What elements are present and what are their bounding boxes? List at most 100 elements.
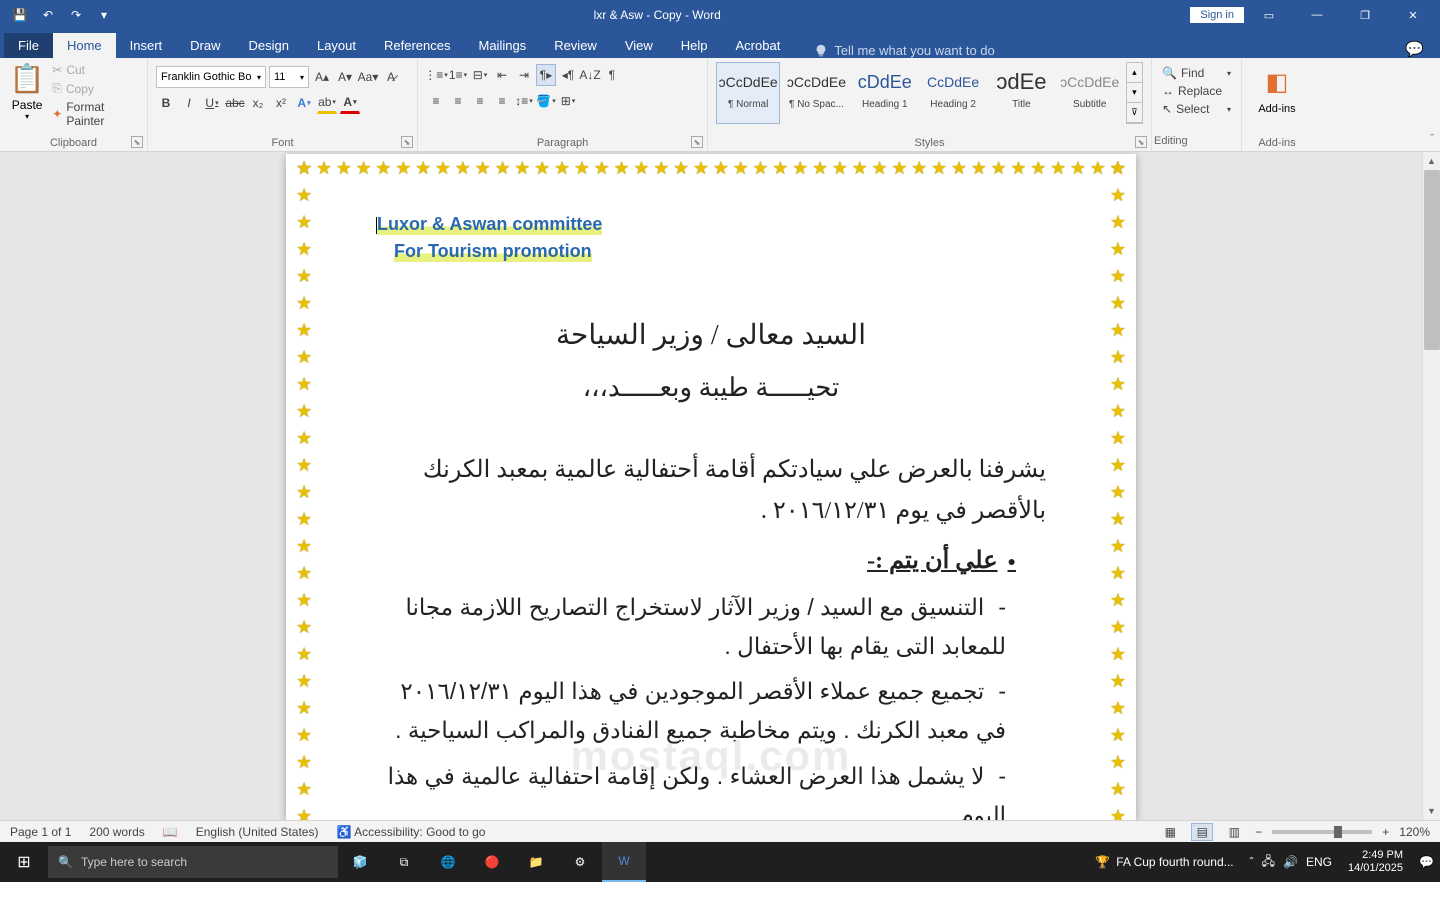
- ltr-direction-button[interactable]: ¶▸: [536, 64, 556, 86]
- tab-layout[interactable]: Layout: [303, 33, 370, 58]
- explorer-icon[interactable]: 📁: [514, 842, 558, 882]
- decrease-indent-button[interactable]: ⇤: [492, 64, 512, 86]
- shading-button[interactable]: 🪣: [536, 90, 556, 112]
- tab-design[interactable]: Design: [235, 33, 303, 58]
- tab-insert[interactable]: Insert: [116, 33, 177, 58]
- qat-more-icon[interactable]: ▾: [92, 8, 116, 22]
- accessibility-status[interactable]: ♿ Accessibility: Good to go: [336, 825, 485, 839]
- tab-review[interactable]: Review: [540, 33, 611, 58]
- show-paragraph-button[interactable]: ¶: [602, 64, 622, 86]
- scroll-thumb[interactable]: [1424, 170, 1440, 350]
- paragraph-launcher[interactable]: ⬊: [691, 136, 703, 148]
- cut-button[interactable]: ✂Cut: [50, 62, 139, 78]
- collapse-ribbon-button[interactable]: ˆ: [1430, 133, 1434, 145]
- tab-file[interactable]: File: [4, 33, 53, 58]
- network-icon[interactable]: 🖧: [1262, 852, 1275, 873]
- subscript-button[interactable]: x₂: [248, 92, 268, 114]
- format-painter-button[interactable]: ✦Format Painter: [50, 99, 139, 129]
- font-color-button[interactable]: A: [340, 92, 360, 114]
- highlight-button[interactable]: ab: [317, 92, 337, 114]
- print-layout-button[interactable]: ▤: [1191, 823, 1213, 841]
- tab-acrobat[interactable]: Acrobat: [722, 33, 795, 58]
- tab-view[interactable]: View: [611, 33, 667, 58]
- line-spacing-button[interactable]: ↕≡: [514, 90, 534, 112]
- comments-icon[interactable]: 💬: [1405, 40, 1424, 58]
- clock[interactable]: 2:49 PM 14/01/2025: [1340, 849, 1411, 875]
- document-page[interactable]: ★★★★★★★★★★★★★★★★★★★★★★★★★★★★★★★★★★★★★★★★…: [286, 154, 1136, 820]
- tell-me-search[interactable]: Tell me what you want to do: [814, 43, 994, 58]
- superscript-button[interactable]: x²: [271, 92, 291, 114]
- styles-gallery-more[interactable]: ▴▾⊽: [1126, 62, 1143, 124]
- style-heading2[interactable]: CcDdEeHeading 2: [921, 62, 985, 124]
- tray-chevron-icon[interactable]: ˆ: [1250, 855, 1254, 869]
- bold-button[interactable]: B: [156, 92, 176, 114]
- vertical-scrollbar[interactable]: ▲ ▼: [1422, 152, 1440, 820]
- read-mode-button[interactable]: ▦: [1159, 823, 1181, 841]
- align-center-button[interactable]: ≡: [448, 90, 468, 112]
- zoom-out-button[interactable]: −: [1255, 825, 1262, 839]
- increase-indent-button[interactable]: ⇥: [514, 64, 534, 86]
- zoom-handle[interactable]: [1334, 826, 1342, 838]
- settings-icon[interactable]: ⚙: [558, 842, 602, 882]
- font-name-combo[interactable]: Franklin Gothic Bo▾: [156, 66, 266, 88]
- tab-home[interactable]: Home: [53, 33, 116, 58]
- web-layout-button[interactable]: ▥: [1223, 823, 1245, 841]
- maximize-button[interactable]: ❐: [1342, 0, 1388, 30]
- redo-icon[interactable]: ↷: [64, 8, 88, 22]
- italic-button[interactable]: I: [179, 92, 199, 114]
- shrink-font-button[interactable]: A▾: [335, 66, 355, 88]
- rtl-direction-button[interactable]: ◂¶: [558, 64, 578, 86]
- align-left-button[interactable]: ≡: [426, 90, 446, 112]
- language-indicator[interactable]: ENG: [1306, 855, 1332, 869]
- style-normal[interactable]: ɔCcDdEe¶ Normal: [716, 62, 780, 124]
- spellcheck-icon[interactable]: 📖: [163, 825, 178, 839]
- align-right-button[interactable]: ≡: [470, 90, 490, 112]
- text-effects-button[interactable]: A: [294, 92, 314, 114]
- styles-launcher[interactable]: ⬊: [1135, 136, 1147, 148]
- edge-icon[interactable]: 🌐: [426, 842, 470, 882]
- page-status[interactable]: Page 1 of 1: [10, 825, 71, 839]
- undo-icon[interactable]: ↶: [36, 8, 60, 22]
- close-button[interactable]: ✕: [1390, 0, 1436, 30]
- volume-icon[interactable]: 🔊: [1283, 855, 1298, 869]
- style-nospacing[interactable]: ɔCcDdEe¶ No Spac...: [784, 62, 848, 124]
- underline-button[interactable]: U: [202, 92, 222, 114]
- bullets-button[interactable]: ⋮≡: [426, 64, 446, 86]
- font-size-combo[interactable]: 11▾: [269, 66, 309, 88]
- tab-help[interactable]: Help: [667, 33, 722, 58]
- change-case-button[interactable]: Aa▾: [358, 66, 378, 88]
- grow-font-button[interactable]: A▴: [312, 66, 332, 88]
- tab-mailings[interactable]: Mailings: [465, 33, 541, 58]
- rubik-icon[interactable]: 🧊: [338, 842, 382, 882]
- select-button[interactable]: ↖Select▾: [1160, 100, 1233, 118]
- taskbar-search[interactable]: 🔍 Type here to search: [48, 846, 338, 878]
- tab-references[interactable]: References: [370, 33, 464, 58]
- borders-button[interactable]: ⊞: [558, 90, 578, 112]
- numbering-button[interactable]: 1≡: [448, 64, 468, 86]
- chrome-icon[interactable]: 🔴: [470, 842, 514, 882]
- copy-button[interactable]: ⎘Copy: [50, 80, 139, 97]
- justify-button[interactable]: ≡: [492, 90, 512, 112]
- style-heading1[interactable]: cDdEeHeading 1: [853, 62, 917, 124]
- ribbon-display-icon[interactable]: ▭: [1246, 0, 1292, 30]
- zoom-slider[interactable]: [1272, 830, 1372, 834]
- language-status[interactable]: English (United States): [196, 825, 319, 839]
- strikethrough-button[interactable]: abc: [225, 92, 245, 114]
- news-widget[interactable]: 🏆 FA Cup fourth round...: [1087, 855, 1241, 869]
- document-content[interactable]: Luxor & Aswan committee For Tourism prom…: [326, 174, 1096, 820]
- addins-button[interactable]: ◧ Add-ins: [1250, 68, 1304, 115]
- clipboard-launcher[interactable]: ⬊: [131, 136, 143, 148]
- style-subtitle[interactable]: ɔCcDdEeSubtitle: [1058, 62, 1122, 124]
- find-button[interactable]: 🔍Find▾: [1160, 64, 1233, 82]
- replace-button[interactable]: ↔Replace: [1160, 82, 1233, 100]
- word-icon[interactable]: W: [602, 842, 646, 882]
- style-title[interactable]: ɔdEeTitle: [989, 62, 1053, 124]
- scroll-up-button[interactable]: ▲: [1423, 152, 1440, 170]
- scroll-down-button[interactable]: ▼: [1423, 802, 1440, 820]
- minimize-button[interactable]: —: [1294, 0, 1340, 30]
- paste-button[interactable]: 📋 Paste ▾: [8, 62, 46, 129]
- clear-formatting-button[interactable]: A̷: [381, 66, 401, 88]
- word-count[interactable]: 200 words: [89, 825, 144, 839]
- task-view-button[interactable]: ⧉: [382, 842, 426, 882]
- tab-draw[interactable]: Draw: [176, 33, 234, 58]
